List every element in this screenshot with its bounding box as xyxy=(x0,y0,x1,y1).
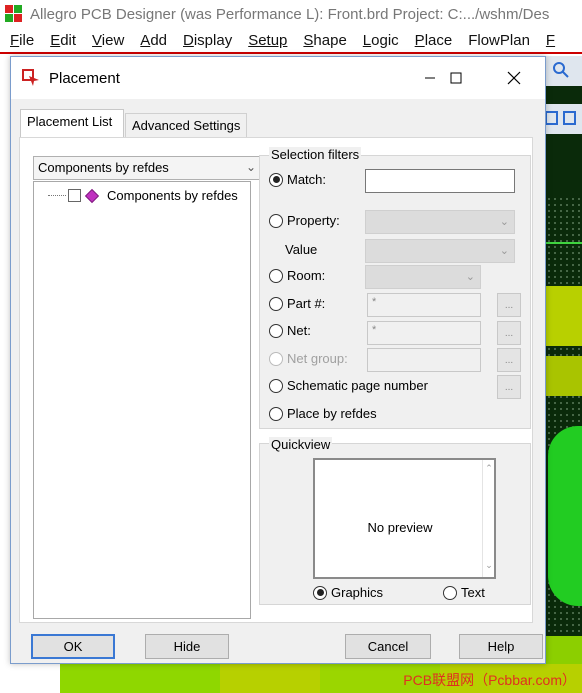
chevron-down-icon: ⌄ xyxy=(465,271,475,283)
radio-graphics[interactable] xyxy=(313,585,327,600)
scroll-down-icon[interactable]: ⌄ xyxy=(484,560,494,571)
list-type-combo[interactable]: Components by refdes ⌄ xyxy=(33,156,261,180)
menu-setup[interactable]: Setup xyxy=(248,32,287,49)
menu-edit[interactable]: Edit xyxy=(50,32,76,49)
scroll-up-icon[interactable]: ⌃ xyxy=(484,463,494,474)
canvas-toolbar-top xyxy=(540,56,582,86)
tab-advanced-settings[interactable]: Advanced Settings xyxy=(125,113,247,137)
canvas-trace xyxy=(540,242,582,244)
canvas-copper-shape xyxy=(540,356,582,396)
preview-box: No preview ⌃ ⌄ xyxy=(313,458,496,579)
room-select[interactable]: ⌄ xyxy=(365,265,481,289)
radio-room[interactable] xyxy=(269,268,283,283)
dialog-title: Placement xyxy=(49,69,120,87)
tree-item-label: Components by refdes xyxy=(107,188,238,203)
schematic-radio[interactable]: Schematic page number xyxy=(269,378,428,393)
menu-place[interactable]: Place xyxy=(415,32,453,49)
toolbar-frame-icon[interactable] xyxy=(545,110,559,129)
graphics-radio[interactable]: Graphics xyxy=(313,585,383,600)
menu-flowplan[interactable]: FlowPlan xyxy=(468,32,530,49)
radio-match[interactable] xyxy=(269,172,283,187)
canvas-copper-shape xyxy=(540,286,582,346)
menu-f-truncated[interactable]: F xyxy=(546,32,555,49)
text-radio[interactable]: Text xyxy=(443,585,485,600)
menu-shape[interactable]: Shape xyxy=(303,32,346,49)
radio-part[interactable] xyxy=(269,296,283,311)
help-button[interactable]: Help xyxy=(459,634,543,659)
canvas-copper-shape xyxy=(60,664,220,693)
component-tree[interactable]: Components by refdes xyxy=(33,181,251,619)
tree-connector xyxy=(48,195,66,196)
toolbar-frame2-icon[interactable] xyxy=(563,110,577,129)
maximize-button[interactable] xyxy=(433,57,479,99)
close-button[interactable] xyxy=(491,57,537,99)
pcb-canvas-bottom[interactable]: PCB联盟网（Pcbbar.com） xyxy=(60,664,582,693)
chevron-down-icon: ⌄ xyxy=(499,245,509,257)
radio-schematic[interactable] xyxy=(269,378,283,393)
radio-net[interactable] xyxy=(269,323,283,338)
net-group-browse-button[interactable]: ... xyxy=(497,348,521,372)
tree-checkbox[interactable] xyxy=(68,189,81,202)
net-group-radio[interactable]: Net group: xyxy=(269,351,348,366)
allegro-logo-icon xyxy=(4,4,24,24)
hide-button[interactable]: Hide xyxy=(145,634,229,659)
chevron-down-icon: ⌄ xyxy=(245,160,256,174)
app-title-bar: Allegro PCB Designer (was Performance L)… xyxy=(0,0,582,28)
net-group-input[interactable] xyxy=(367,348,481,372)
value-label: Value xyxy=(285,242,318,257)
tab-placement-list[interactable]: Placement List xyxy=(20,109,124,139)
placement-icon xyxy=(21,68,41,88)
list-type-value: Components by refdes xyxy=(38,160,169,175)
net-input[interactable]: * xyxy=(367,321,481,345)
property-radio[interactable]: Property: xyxy=(269,213,340,228)
part-radio[interactable]: Part #: xyxy=(269,296,325,311)
value-select[interactable]: ⌄ xyxy=(365,239,515,263)
preview-text: No preview xyxy=(367,520,433,535)
net-browse-button[interactable]: ... xyxy=(497,321,521,345)
schematic-browse-button[interactable]: ... xyxy=(497,375,521,399)
preview-scrollbar[interactable]: ⌃ ⌄ xyxy=(482,460,494,577)
match-input[interactable] xyxy=(365,169,515,193)
net-radio[interactable]: Net: xyxy=(269,323,311,338)
pcb-canvas[interactable] xyxy=(540,56,582,693)
menu-file[interactable]: File xyxy=(10,32,34,49)
placement-dialog: Placement Placement List Advanced Settin… xyxy=(10,56,546,664)
property-select[interactable]: ⌄ xyxy=(365,210,515,234)
menu-view[interactable]: View xyxy=(92,32,124,49)
app-title: Allegro PCB Designer (was Performance L)… xyxy=(30,5,550,23)
menu-bar: File Edit View Add Display Setup Shape L… xyxy=(0,28,582,54)
canvas-toolbar-second xyxy=(540,104,582,134)
menu-add[interactable]: Add xyxy=(140,32,167,49)
radio-text[interactable] xyxy=(443,585,457,600)
part-input[interactable]: * xyxy=(367,293,481,317)
menu-display[interactable]: Display xyxy=(183,32,232,49)
quickview-label: Quickview xyxy=(269,437,333,452)
radio-place-by-refdes[interactable] xyxy=(269,406,283,421)
canvas-copper-shape xyxy=(548,426,582,606)
radio-net-group[interactable] xyxy=(269,351,283,366)
tree-item[interactable]: Components by refdes xyxy=(48,188,238,203)
ok-button[interactable]: OK xyxy=(31,634,115,659)
selection-filters-label: Selection filters xyxy=(269,147,362,162)
menu-logic[interactable]: Logic xyxy=(363,32,399,49)
chevron-down-icon: ⌄ xyxy=(499,216,509,228)
watermark: PCB联盟网（Pcbbar.com） xyxy=(403,672,576,688)
place-by-refdes-radio[interactable]: Place by refdes xyxy=(269,406,377,421)
zoom-icon[interactable] xyxy=(552,61,570,82)
match-radio[interactable]: Match: xyxy=(269,172,326,187)
component-diamond-icon xyxy=(84,188,100,203)
part-browse-button[interactable]: ... xyxy=(497,293,521,317)
room-radio[interactable]: Room: xyxy=(269,268,325,283)
dialog-title-bar[interactable]: Placement xyxy=(11,57,545,99)
radio-property[interactable] xyxy=(269,213,283,228)
cancel-button[interactable]: Cancel xyxy=(345,634,431,659)
